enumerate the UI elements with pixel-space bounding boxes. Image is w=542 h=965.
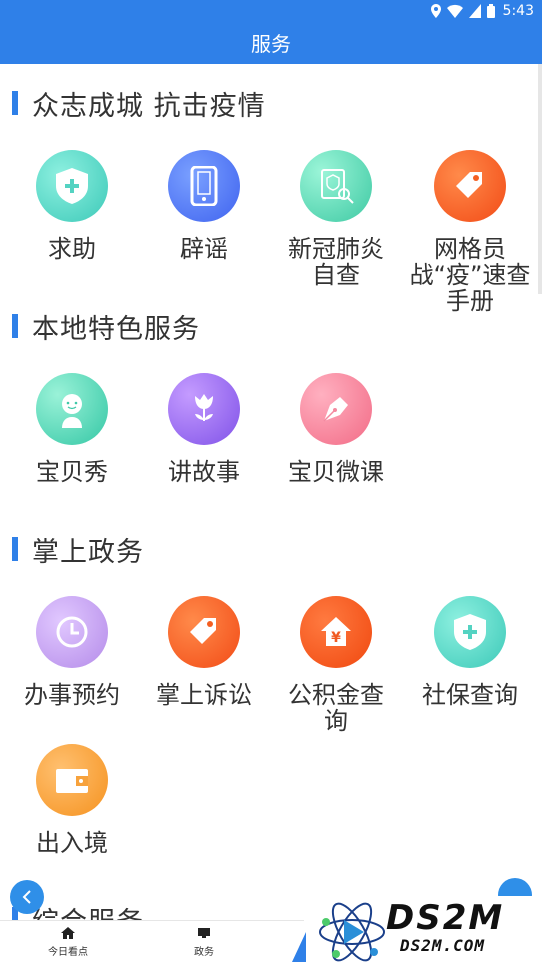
watermark-domain: DS2M.COM	[400, 936, 486, 955]
tile-baby-class[interactable]: 宝贝微课	[270, 373, 402, 485]
services-content[interactable]: 众志成城 抗击疫情 求助 辟谣 新冠肺炎 自查 网格员 战“疫”速查 手册 本地…	[0, 64, 542, 920]
tile-label: 求助	[48, 235, 96, 263]
tile-label: 新冠肺炎 自查	[288, 235, 384, 289]
tile-label: 宝贝微课	[288, 458, 384, 486]
tile-label: 宝贝秀	[36, 458, 108, 486]
tag-icon	[168, 596, 240, 668]
child-face-icon	[36, 373, 108, 445]
tab-gov[interactable]: 政务	[136, 927, 272, 958]
triangle-icon	[292, 932, 306, 962]
monitor-icon	[198, 928, 210, 938]
battery-icon	[486, 4, 495, 18]
tile-immigration[interactable]: 出入境	[6, 744, 138, 856]
chevron-left-icon	[22, 890, 31, 904]
tile-label: 社保查询	[422, 681, 518, 709]
status-time: 5:43	[502, 3, 534, 19]
tile-label: 掌上诉讼	[156, 681, 252, 709]
location-icon	[430, 4, 441, 18]
tile-baby-show[interactable]: 宝贝秀	[6, 373, 138, 485]
tile-litigation[interactable]: 掌上诉讼	[138, 596, 270, 708]
tab-label: 政务	[194, 947, 214, 958]
watermark-brand: DS2M	[386, 898, 505, 938]
shield-plus-icon	[434, 596, 506, 668]
shield-plus-icon	[36, 150, 108, 222]
tile-grid-handbook[interactable]: 网格员 战“疫”速查 手册	[404, 150, 536, 314]
tile-covid-selfcheck[interactable]: 新冠肺炎 自查	[270, 150, 402, 288]
section-title-text: 掌上政务	[32, 536, 144, 568]
section-marker	[12, 91, 18, 115]
section-title-text: 综合服务	[32, 900, 144, 921]
clock-icon	[36, 596, 108, 668]
scrollbar[interactable]	[538, 64, 542, 294]
title-bar: 服务	[0, 24, 542, 64]
watermark-logo: DS2M DS2M.COM	[292, 896, 542, 964]
tile-rumor[interactable]: 辟谣	[138, 150, 270, 262]
tile-label: 网格员 战“疫”速查 手册	[409, 235, 531, 315]
section-title-text: 本地特色服务	[32, 313, 200, 345]
tile-label: 辟谣	[180, 235, 228, 263]
section-title-gov: 掌上政务	[12, 534, 144, 568]
pen-icon	[300, 373, 372, 445]
atom-logo-icon	[319, 902, 385, 962]
tab-today[interactable]: 今日看点	[0, 927, 136, 958]
svg-text:¥: ¥	[331, 630, 341, 646]
section-marker	[12, 314, 18, 338]
tile-social-security[interactable]: 社保查询	[404, 596, 536, 708]
tile-storytelling[interactable]: 讲故事	[138, 373, 270, 485]
tile-label: 公积金查 询	[288, 681, 384, 735]
tile-housing-fund[interactable]: ¥ 公积金查 询	[270, 596, 402, 734]
status-bar: 5:43	[0, 0, 542, 24]
status-icons: 5:43	[430, 3, 534, 19]
section-title-local: 本地特色服务	[12, 311, 200, 345]
tile-label: 讲故事	[168, 458, 240, 486]
tile-help[interactable]: 求助	[6, 150, 138, 262]
tile-appointment[interactable]: 办事预约	[6, 596, 138, 708]
back-float-button[interactable]	[10, 880, 44, 914]
wallet-icon	[36, 744, 108, 816]
signal-icon	[468, 4, 481, 18]
wifi-icon	[446, 4, 463, 18]
tag-icon	[434, 150, 506, 222]
flower-icon	[168, 373, 240, 445]
section-title-text: 众志成城 抗击疫情	[32, 90, 266, 122]
tile-label: 出入境	[36, 829, 108, 857]
house-yuan-icon: ¥	[300, 596, 372, 668]
section-title-epidemic: 众志成城 抗击疫情	[12, 88, 266, 122]
page-title: 服务	[251, 32, 291, 56]
home-icon	[61, 927, 75, 939]
phone-icon	[168, 150, 240, 222]
section-marker	[12, 537, 18, 561]
tile-label: 办事预约	[24, 681, 120, 709]
medical-search-icon	[300, 150, 372, 222]
tab-label: 今日看点	[48, 947, 88, 958]
